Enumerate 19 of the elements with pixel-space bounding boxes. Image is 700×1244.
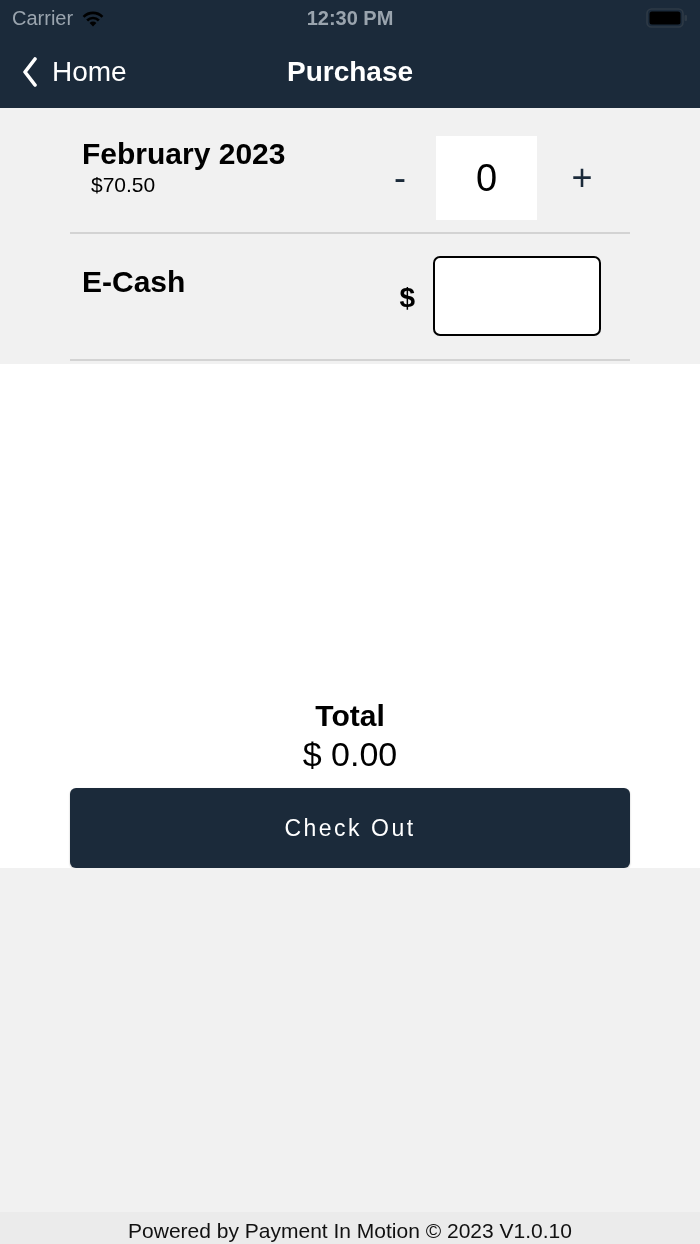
wifi-icon [81, 9, 106, 27]
chevron-left-icon [22, 57, 38, 87]
item-name: February 2023 [82, 136, 286, 172]
currency-symbol: $ [399, 281, 415, 314]
item-price: $70.50 [91, 172, 157, 198]
checkout-button[interactable]: Check Out [70, 788, 630, 868]
amount-field[interactable] [433, 256, 601, 336]
status-time: 12:30 PM [306, 6, 394, 30]
battery-icon [646, 8, 688, 28]
back-button[interactable]: Home [22, 55, 127, 89]
increase-button[interactable]: + [562, 153, 602, 203]
decrease-button[interactable]: - [380, 153, 420, 203]
footer-text: Powered by Payment In Motion © 2023 V1.0.10 [128, 1218, 572, 1244]
quantity-field[interactable]: 0 [436, 136, 537, 220]
total-amount: $ 0.00 [302, 734, 398, 774]
screen-title: Purchase [286, 56, 414, 88]
item-name: E-Cash [82, 264, 186, 300]
total-label: Total [315, 698, 385, 734]
carrier-label: Carrier [12, 6, 74, 30]
